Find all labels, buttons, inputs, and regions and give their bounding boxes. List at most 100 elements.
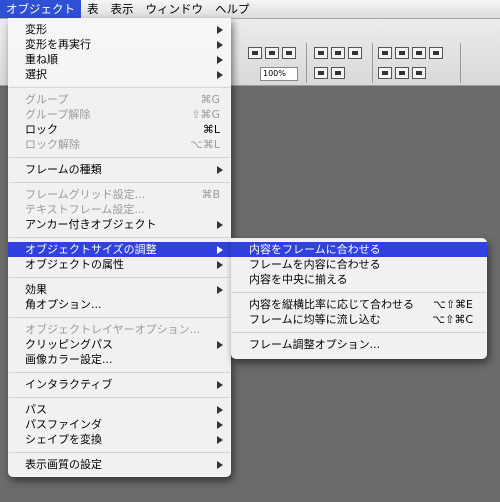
menu-table[interactable]: 表 <box>81 0 105 18</box>
submenu-item-fill-frame-proportionally[interactable]: フレームに均等に流し込む ⌥⇧⌘C <box>231 312 487 327</box>
menu-item-shortcut: ⇧⌘G <box>191 108 220 121</box>
submenu-arrow-icon <box>217 41 223 49</box>
menu-separator <box>9 157 230 158</box>
menu-item-shortcut: ⌘B <box>201 188 220 201</box>
effects-icon[interactable] <box>282 47 296 59</box>
fit-content-proportional-icon[interactable] <box>331 47 345 59</box>
menu-separator <box>9 277 230 278</box>
menu-item-label: 変形を再実行 <box>25 38 91 51</box>
menu-object[interactable]: オブジェクト <box>0 0 81 18</box>
menu-item-convert-shape[interactable]: シェイプを変換 <box>8 432 231 447</box>
submenu-item-fit-frame-to-content[interactable]: フレームを内容に合わせる <box>231 257 487 272</box>
menu-item-label: 効果 <box>25 283 47 296</box>
menu-separator <box>232 292 486 293</box>
menu-separator <box>232 332 486 333</box>
align-top-icon[interactable] <box>429 47 443 59</box>
menu-separator <box>9 452 230 453</box>
menu-item-shortcut: ⌥⌘L <box>190 138 220 151</box>
object-menu: 変形 変形を再実行 重ね順 選択 グループ ⌘G グループ解除 ⇧⌘G ロック ⌘L … <box>8 18 231 477</box>
menu-item-shortcut: ⌘G <box>200 93 220 106</box>
submenu-item-fit-content-proportionally[interactable]: 内容を縦横比率に応じて合わせる ⌥⇧⌘E <box>231 297 487 312</box>
menu-item-transform[interactable]: 変形 <box>8 22 231 37</box>
align-right-icon[interactable] <box>412 47 426 59</box>
distribute-icon[interactable] <box>412 67 426 79</box>
submenu-item-fit-content-to-frame[interactable]: 内容をフレームに合わせる <box>231 242 487 257</box>
menu-item-label: アンカー付きオブジェクト <box>25 218 157 231</box>
menu-item-paths[interactable]: パス <box>8 402 231 417</box>
submenu-item-label: 内容を縦横比率に応じて合わせる <box>249 298 414 311</box>
menu-item-label: グループ解除 <box>25 108 91 121</box>
menu-item-shortcut: ⌘L <box>202 123 220 136</box>
fit-frame-icon[interactable] <box>314 47 328 59</box>
menu-separator <box>9 182 230 183</box>
menu-item-frame-type[interactable]: フレームの種類 <box>8 162 231 177</box>
menu-separator <box>9 317 230 318</box>
menu-item-pathfinder[interactable]: パスファインダ <box>8 417 231 432</box>
submenu-arrow-icon <box>217 406 223 414</box>
menu-item-frame-grid-options[interactable]: フレームグリッド設定... ⌘B <box>8 187 231 202</box>
menu-item-object-layer-options[interactable]: オブジェクトレイヤーオプション... <box>8 322 231 337</box>
menu-item-label: 変形 <box>25 23 47 36</box>
menu-separator <box>9 372 230 373</box>
submenu-item-label: フレームに均等に流し込む <box>249 313 381 326</box>
menu-view[interactable]: 表示 <box>105 0 140 18</box>
menu-window[interactable]: ウィンドウ <box>140 0 210 18</box>
menu-item-label: 画像カラー設定... <box>25 353 113 366</box>
align-middle-icon[interactable] <box>378 67 392 79</box>
menu-item-ungroup[interactable]: グループ解除 ⇧⌘G <box>8 107 231 122</box>
submenu-arrow-icon <box>217 421 223 429</box>
menu-item-arrange[interactable]: 重ね順 <box>8 52 231 67</box>
menu-item-effects[interactable]: 効果 <box>8 282 231 297</box>
menu-item-transform-again[interactable]: 変形を再実行 <box>8 37 231 52</box>
menu-item-text-frame-options[interactable]: テキストフレーム設定... <box>8 202 231 217</box>
fill-frame-icon[interactable] <box>265 47 279 59</box>
menu-item-label: オブジェクトサイズの調整 <box>25 243 157 256</box>
submenu-item-shortcut: ⌥⇧⌘E <box>433 298 473 311</box>
menu-item-corner-options[interactable]: 角オプション... <box>8 297 231 312</box>
menu-item-label: インタラクティブ <box>25 378 113 391</box>
center-content-icon[interactable] <box>348 47 362 59</box>
menu-item-label: フレームグリッド設定... <box>25 188 146 201</box>
zoom-field[interactable]: 100% <box>260 67 298 81</box>
toolbar-divider <box>372 43 373 83</box>
menu-item-unlock[interactable]: ロック解除 ⌥⌘L <box>8 137 231 152</box>
fill-proportional-icon[interactable] <box>331 67 345 79</box>
fit-proportional-icon[interactable] <box>314 67 328 79</box>
menu-item-interactive[interactable]: インタラクティブ <box>8 377 231 392</box>
menu-item-fitting[interactable]: オブジェクトサイズの調整 <box>8 242 231 257</box>
menu-item-object-attributes[interactable]: オブジェクトの属性 <box>8 257 231 272</box>
fitting-submenu: 内容をフレームに合わせる フレームを内容に合わせる 内容を中央に揃える 内容を縦… <box>231 238 487 359</box>
menu-item-lock[interactable]: ロック ⌘L <box>8 122 231 137</box>
submenu-item-center-content[interactable]: 内容を中央に揃える <box>231 272 487 287</box>
submenu-item-label: 内容をフレームに合わせる <box>249 243 381 256</box>
menu-help[interactable]: ヘルプ <box>209 0 256 18</box>
submenu-arrow-icon <box>217 56 223 64</box>
menu-item-group[interactable]: グループ ⌘G <box>8 92 231 107</box>
menu-item-label: ロック解除 <box>25 138 80 151</box>
menu-separator <box>9 237 230 238</box>
submenu-arrow-icon <box>217 246 223 254</box>
align-left-icon[interactable] <box>378 47 392 59</box>
submenu-arrow-icon <box>217 436 223 444</box>
menu-item-label: グループ <box>25 93 69 106</box>
menu-separator <box>9 87 230 88</box>
menu-item-label: オブジェクトの属性 <box>25 258 124 271</box>
toolbar-divider <box>460 43 461 83</box>
submenu-arrow-icon <box>217 381 223 389</box>
submenu-item-shortcut: ⌥⇧⌘C <box>432 313 473 326</box>
menu-item-display-performance[interactable]: 表示画質の設定 <box>8 457 231 472</box>
menu-item-label: 表示画質の設定 <box>25 458 102 471</box>
align-center-icon[interactable] <box>395 47 409 59</box>
submenu-arrow-icon <box>217 461 223 469</box>
menu-item-select[interactable]: 選択 <box>8 67 231 82</box>
submenu-item-label: フレームを内容に合わせる <box>249 258 381 271</box>
menu-item-label: 選択 <box>25 68 47 81</box>
fit-content-icon[interactable] <box>248 47 262 59</box>
align-bottom-icon[interactable] <box>395 67 409 79</box>
menu-item-anchored-object[interactable]: アンカー付きオブジェクト <box>8 217 231 232</box>
submenu-arrow-icon <box>217 341 223 349</box>
submenu-item-frame-fitting-options[interactable]: フレーム調整オプション... <box>231 337 487 352</box>
menu-item-image-color-settings[interactable]: 画像カラー設定... <box>8 352 231 367</box>
menu-item-label: フレームの種類 <box>25 163 102 176</box>
menu-item-clipping-path[interactable]: クリッピングパス <box>8 337 231 352</box>
